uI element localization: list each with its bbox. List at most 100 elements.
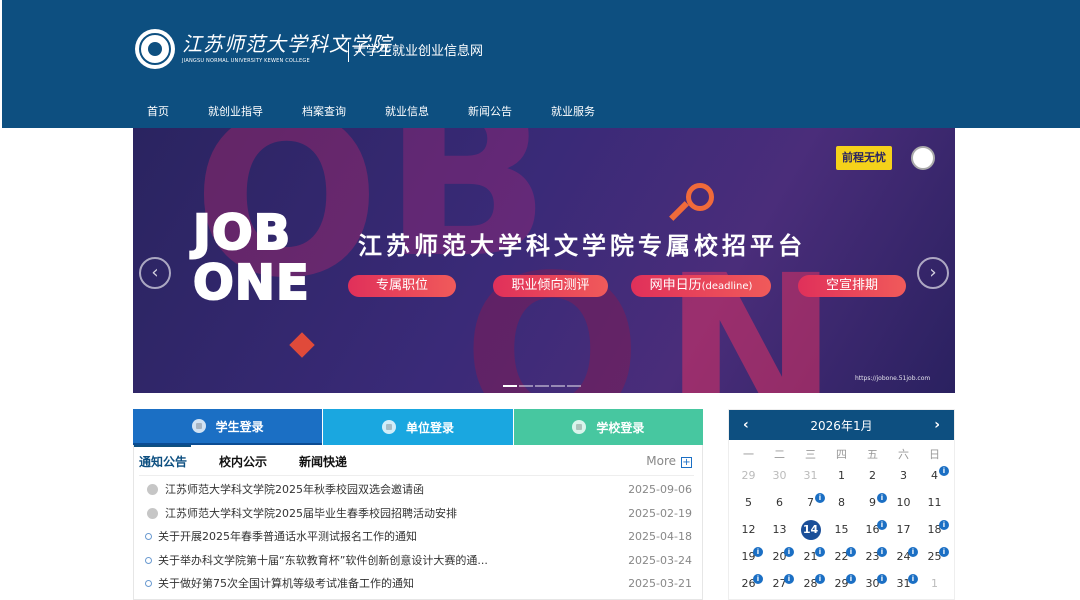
calendar-day[interactable]: 12 xyxy=(733,522,764,549)
banner-next-icon[interactable]: › xyxy=(917,257,949,289)
nav-career-guidance[interactable]: 就创业指导 xyxy=(195,104,263,120)
calendar-day[interactable]: 17 xyxy=(888,522,919,549)
carousel-dot[interactable] xyxy=(535,385,549,387)
event-info-icon[interactable] xyxy=(753,574,763,584)
event-info-icon[interactable] xyxy=(877,520,887,530)
calendar-day[interactable]: 11 xyxy=(919,495,950,522)
student-icon xyxy=(191,419,206,433)
news-item[interactable]: 江苏师范大学科文学院2025届毕业生春季校园招聘活动安排 2025-02-19 xyxy=(145,506,692,530)
event-info-icon[interactable] xyxy=(877,547,887,557)
company-login-tab[interactable]: 单位登录 xyxy=(322,409,513,445)
nav-services[interactable]: 就业服务 xyxy=(538,104,595,120)
calendar-day[interactable]: 29 xyxy=(826,574,857,600)
nav-home[interactable]: 首页 xyxy=(134,104,169,120)
calendar-day[interactable]: 6 xyxy=(764,495,795,522)
banner-bg-letter: O xyxy=(463,230,642,394)
calendar-week: 12 13 14 15 16 17 18 xyxy=(733,520,950,549)
carousel-dot[interactable] xyxy=(567,385,581,387)
calendar-day[interactable]: 18 xyxy=(919,520,950,549)
event-info-icon[interactable] xyxy=(753,547,763,557)
calendar-day[interactable]: 31 xyxy=(795,468,826,495)
calendar-day[interactable]: 8 xyxy=(826,495,857,522)
event-info-icon[interactable] xyxy=(815,547,825,557)
site-header: 江苏师范大学科文学院 JIANGSU NORMAL UNIVERSITY KEW… xyxy=(2,0,1080,128)
carousel-dot[interactable] xyxy=(503,385,517,387)
plus-icon: + xyxy=(681,457,692,468)
news-item[interactable]: 关于开展2025年春季普通话水平测试报名工作的通知 2025-04-18 xyxy=(145,529,692,553)
event-info-icon[interactable] xyxy=(815,574,825,584)
event-info-icon[interactable] xyxy=(939,520,949,530)
news-title[interactable]: 江苏师范大学科文学院2025届毕业生春季校园招聘活动安排 xyxy=(165,506,457,522)
pill-schedule[interactable]: 空宣排期 xyxy=(798,275,906,297)
calendar-day[interactable]: 4 xyxy=(919,466,950,495)
event-info-icon[interactable] xyxy=(815,493,825,503)
calendar-today[interactable]: 14 xyxy=(795,520,826,549)
event-info-icon[interactable] xyxy=(846,547,856,557)
nav-records[interactable]: 档案查询 xyxy=(289,104,346,120)
calendar-day[interactable]: 21 xyxy=(795,547,826,576)
calendar-day[interactable]: 2 xyxy=(857,468,888,495)
news-title[interactable]: 江苏师范大学科文学院2025年秋季校园双选会邀请函 xyxy=(165,482,424,498)
calendar-day[interactable]: 3 xyxy=(888,468,919,495)
news-item[interactable]: 江苏师范大学科文学院2025年秋季校园双选会邀请函 2025-09-06 xyxy=(145,482,692,506)
pill-exclusive-jobs[interactable]: 专属职位 xyxy=(348,275,456,297)
news-item[interactable]: 关于举办科文学院第十届“东软教育杯”软件创新创意设计大赛的通... 2025-03… xyxy=(145,553,692,577)
calendar-day[interactable]: 13 xyxy=(764,522,795,549)
calendar-day[interactable]: 15 xyxy=(826,522,857,549)
calendar-day[interactable]: 25 xyxy=(919,547,950,576)
event-info-icon[interactable] xyxy=(939,547,949,557)
day-number: 9 xyxy=(869,496,876,509)
calendar-day[interactable]: 28 xyxy=(795,574,826,600)
calendar-day[interactable]: 30 xyxy=(857,574,888,600)
news-title[interactable]: 关于开展2025年春季普通话水平测试报名工作的通知 xyxy=(158,529,417,545)
tab-notices[interactable]: 通知公告 xyxy=(139,454,187,470)
calendar-next-icon[interactable]: › xyxy=(934,417,940,433)
news-title[interactable]: 关于做好第75次全国计算机等级考试准备工作的通知 xyxy=(158,576,414,592)
college-emblem-icon[interactable] xyxy=(135,29,175,69)
nav-job-info[interactable]: 就业信息 xyxy=(372,104,429,120)
pill-application-calendar[interactable]: 网申日历(deadline) xyxy=(631,275,771,297)
event-info-icon[interactable] xyxy=(877,574,887,584)
tab-news-express[interactable]: 新闻快递 xyxy=(299,454,347,470)
news-item[interactable]: 关于做好第75次全国计算机等级考试准备工作的通知 2025-03-21 xyxy=(145,576,692,600)
calendar-day[interactable]: 23 xyxy=(857,547,888,576)
calendar-day[interactable]: 27 xyxy=(764,574,795,600)
site-title[interactable]: 大学生就业创业信息网 xyxy=(353,44,483,60)
calendar-day[interactable]: 31 xyxy=(888,574,919,600)
banner-prev-icon[interactable]: ‹ xyxy=(139,257,171,289)
calendar-day[interactable]: 1 xyxy=(919,576,950,600)
event-info-icon[interactable] xyxy=(877,493,887,503)
event-info-icon[interactable] xyxy=(846,574,856,584)
calendar-day[interactable]: 9 xyxy=(857,493,888,522)
event-info-icon[interactable] xyxy=(784,574,794,584)
event-info-icon[interactable] xyxy=(784,547,794,557)
calendar-day[interactable]: 29 xyxy=(733,468,764,495)
calendar-day[interactable]: 30 xyxy=(764,468,795,495)
carousel-dot[interactable] xyxy=(519,385,533,387)
nav-news[interactable]: 新闻公告 xyxy=(455,104,512,120)
calendar-day[interactable]: 7 xyxy=(795,493,826,522)
event-info-icon[interactable] xyxy=(939,466,949,476)
calendar-prev-icon[interactable]: ‹ xyxy=(743,417,749,433)
tab-campus-notices[interactable]: 校内公示 xyxy=(219,454,267,470)
calendar-day[interactable]: 26 xyxy=(733,574,764,600)
calendar-day[interactable]: 19 xyxy=(733,547,764,576)
calendar-day[interactable]: 16 xyxy=(857,520,888,549)
carousel-dot[interactable] xyxy=(551,385,565,387)
school-login-tab[interactable]: 学校登录 xyxy=(512,409,703,445)
calendar-day[interactable]: 20 xyxy=(764,547,795,576)
student-login-tab[interactable]: 学生登录 xyxy=(133,409,323,445)
pill-career-test[interactable]: 职业倾向测评 xyxy=(493,275,608,297)
event-info-icon[interactable] xyxy=(908,547,918,557)
jobone-banner[interactable]: O B O N JOB ONE 江苏师范大学科文学院专属校招平台 专属职位 职业倾… xyxy=(133,128,955,393)
calendar-day[interactable]: 24 xyxy=(888,547,919,576)
news-title[interactable]: 关于举办科文学院第十届“东软教育杯”软件创新创意设计大赛的通... xyxy=(158,553,488,569)
more-link[interactable]: More + xyxy=(646,453,692,469)
weekday-label: 三 xyxy=(805,448,816,461)
calendar-day[interactable]: 5 xyxy=(733,495,764,522)
calendar-day[interactable]: 1 xyxy=(826,468,857,495)
day-number: 7 xyxy=(807,496,814,509)
calendar-day[interactable]: 22 xyxy=(826,547,857,576)
calendar-day[interactable]: 10 xyxy=(888,495,919,522)
event-info-icon[interactable] xyxy=(908,574,918,584)
